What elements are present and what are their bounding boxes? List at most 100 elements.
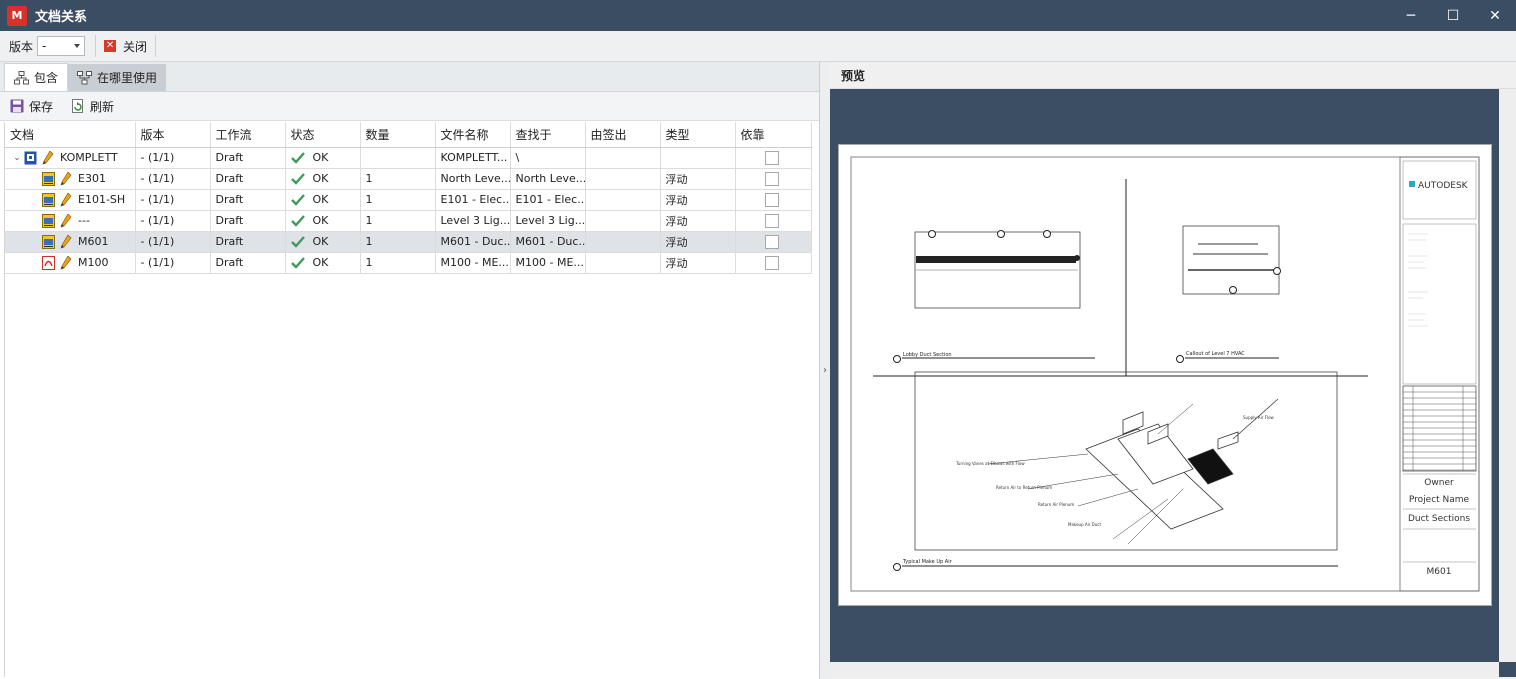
dependency-checkbox[interactable] (764, 255, 779, 270)
refresh-icon (72, 99, 84, 113)
cell-quantity: 1 (360, 210, 436, 232)
autodesk-logo-text: AUTODESK (1418, 181, 1469, 191)
col-header-filename[interactable]: 文件名称 (435, 122, 511, 148)
cell-document[interactable]: --- (5, 210, 136, 232)
save-icon (10, 99, 24, 113)
save-label: 保存 (29, 99, 54, 114)
refresh-button[interactable]: 刷新 (71, 98, 114, 115)
cell-checked-out-by (585, 147, 661, 169)
cell-type: 浮动 (660, 210, 736, 232)
cell-found-in: M601 - Duc... (510, 231, 586, 253)
table-row[interactable]: M100- (1/1) Draft OK 1 M100 - ME... M100 - ME… (5, 252, 812, 274)
cell-type: 浮动 (660, 231, 736, 253)
col-header-document[interactable]: 文档 (5, 122, 136, 148)
drawing-file-icon (42, 171, 55, 186)
version-dropdown[interactable]: - (37, 36, 86, 56)
status-text: OK (312, 151, 329, 164)
cell-quantity (360, 147, 436, 169)
dependency-checkbox[interactable] (764, 234, 779, 249)
dependency-checkbox[interactable] (764, 150, 779, 165)
col-header-quantity[interactable]: 数量 (360, 122, 436, 148)
annotation-turning-vanes: Turning Vanes at Elbows with Flow (955, 461, 1025, 466)
cell-dependency (735, 168, 812, 190)
cell-dependency (735, 210, 812, 232)
cell-filename: KOMPLETT... (435, 147, 511, 169)
pencil-icon (60, 255, 72, 269)
table-row[interactable]: ⌄ KOMPLETT - (1/1) Draft OK KOMPLETT... \ (5, 147, 812, 169)
cell-type (660, 147, 736, 169)
table-row[interactable]: E301- (1/1) Draft OK 1 North Leve... North Le… (5, 168, 812, 190)
main-toolbar: 版本 - ✕ 关闭 (0, 31, 1516, 62)
annotation-return-air: Return Air to Return Plenum (996, 485, 1052, 490)
close-window-button[interactable]: ✕ (1474, 0, 1516, 31)
drawing-sheet: AUTODESK Owner Project Name Duct Section… (838, 144, 1492, 606)
version-value: - (42, 39, 47, 53)
cell-filename: M601 - Duc... (435, 231, 511, 253)
cell-dependency (735, 252, 812, 274)
dependency-checkbox[interactable] (764, 171, 779, 186)
col-header-type[interactable]: 类型 (660, 122, 736, 148)
preview-horizontal-scrollbar[interactable] (830, 662, 1499, 677)
pencil-icon (42, 150, 54, 164)
col-header-version[interactable]: 版本 (135, 122, 211, 148)
close-button[interactable]: ✕ 关闭 (104, 38, 147, 55)
cell-filename: M100 - ME... (435, 252, 511, 274)
col-header-dependency[interactable]: 依靠 (735, 122, 812, 148)
cell-status: OK (285, 147, 361, 169)
view-label-lobby: Lobby Duct Section (903, 352, 952, 358)
pencil-icon (60, 171, 72, 185)
cell-document[interactable]: M100 (5, 252, 136, 274)
tab-contains[interactable]: 包含 (4, 63, 69, 91)
cell-type: 浮动 (660, 189, 736, 211)
cell-document[interactable]: E301 (5, 168, 136, 190)
pdf-file-icon (42, 255, 55, 270)
cell-status: OK (285, 189, 361, 211)
cell-document[interactable]: E101-SH (5, 189, 136, 211)
table-row[interactable]: E101-SH - (1/1) Draft OK 1 E101 - Elec... E101… (5, 189, 812, 211)
preview-heading: 预览 (830, 62, 1516, 89)
cell-quantity: 1 (360, 168, 436, 190)
relations-grid: 文档 版本 工作流 状态 数量 文件名称 查找于 由签出 类型 依靠 ⌄ KOMP… (4, 122, 818, 677)
col-header-found-in[interactable]: 查找于 (510, 122, 586, 148)
status-text: OK (312, 235, 329, 248)
sub-toolbar: 保存 刷新 (0, 92, 819, 121)
cell-document[interactable]: ⌄ KOMPLETT (5, 147, 136, 169)
panel-splitter[interactable]: › (820, 62, 830, 679)
col-header-status[interactable]: 状态 (285, 122, 361, 148)
sheet-number-text: M601 (1427, 567, 1452, 577)
tab-where-used-label: 在哪里使用 (97, 71, 158, 85)
document-name: --- (78, 214, 90, 227)
dependency-checkbox[interactable] (764, 192, 779, 207)
annotation-return-plenum: Return Air Plenum (1038, 502, 1074, 507)
preview-vertical-scrollbar[interactable] (1499, 89, 1516, 662)
table-row[interactable]: --- - (1/1) Draft OK 1 Level 3 Lig... Level 3 … (5, 210, 812, 232)
table-row[interactable]: M601- (1/1) Draft OK 1 M601 - Duc... M601 - D… (5, 231, 812, 253)
cell-quantity: 1 (360, 231, 436, 253)
annotation-supply-air: Supply Air Flow (1243, 415, 1275, 420)
check-icon (290, 151, 305, 164)
preview-viewport[interactable]: AUTODESK Owner Project Name Duct Section… (830, 89, 1516, 677)
tab-contains-label: 包含 (34, 71, 59, 85)
cell-checked-out-by (585, 210, 661, 232)
cell-document[interactable]: M601 (5, 231, 136, 253)
status-text: OK (312, 214, 329, 227)
maximize-button[interactable]: ☐ (1432, 0, 1474, 31)
dependency-checkbox[interactable] (764, 213, 779, 228)
tab-where-used[interactable]: 在哪里使用 (68, 64, 167, 91)
cell-checked-out-by (585, 231, 661, 253)
cell-version: - (1/1) (135, 168, 211, 190)
cell-version: - (1/1) (135, 147, 211, 169)
expand-chevron-icon[interactable]: ⌄ (10, 153, 24, 163)
window-title: 文档关系 (35, 10, 88, 25)
table-header-row: 文档 版本 工作流 状态 数量 文件名称 查找于 由签出 类型 依靠 (5, 122, 812, 148)
version-label: 版本 (9, 39, 34, 54)
col-header-workflow[interactable]: 工作流 (210, 122, 286, 148)
status-text: OK (312, 172, 329, 185)
document-name: E101-SH (78, 193, 126, 206)
minimize-button[interactable]: ─ (1390, 0, 1432, 31)
cell-type: 浮动 (660, 252, 736, 274)
col-header-checked-out-by[interactable]: 由签出 (585, 122, 661, 148)
cell-status: OK (285, 231, 361, 253)
save-button[interactable]: 保存 (10, 98, 53, 115)
check-icon (290, 256, 305, 269)
